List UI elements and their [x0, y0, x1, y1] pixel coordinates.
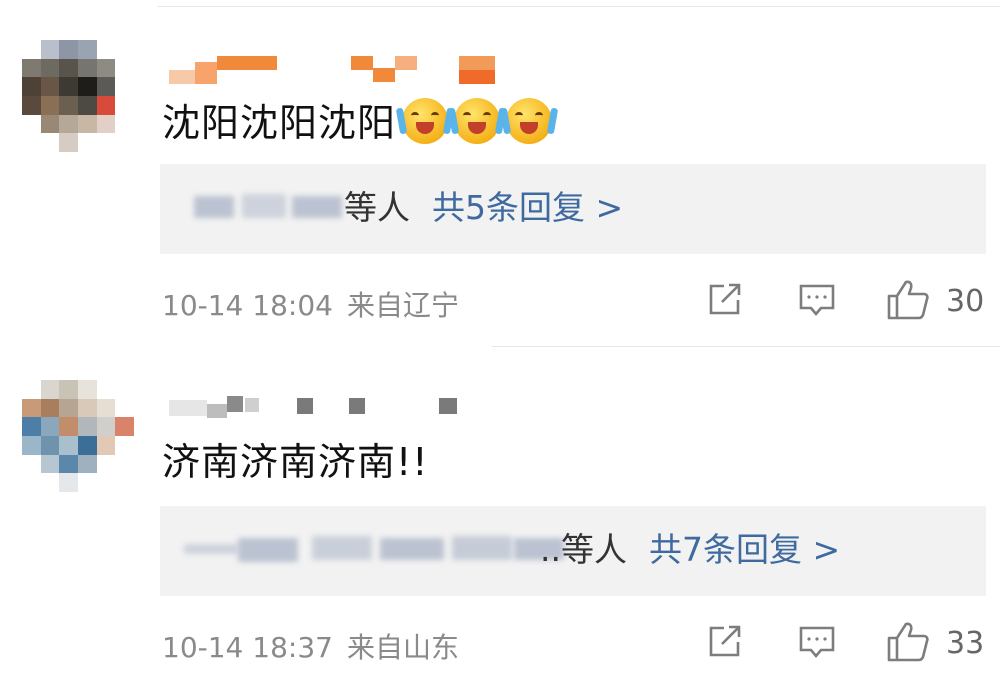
reply-suffix: ..等人 [540, 530, 627, 569]
comment-body: 济南济南济南!! [162, 440, 429, 484]
comment-button[interactable] [798, 282, 836, 318]
thumbs-up-icon [887, 280, 929, 320]
share-icon [709, 625, 741, 657]
username-pixelated[interactable] [163, 54, 503, 84]
like-count: 33 [946, 626, 985, 661]
reply-summary[interactable]: ..等人 共7条回复 > [540, 528, 840, 572]
comment-location: 来自辽宁 [346, 289, 459, 322]
reply-preview-box[interactable]: ..等人 共7条回复 > [160, 506, 986, 596]
like-button[interactable] [886, 620, 930, 662]
comment-item: 沈阳沈阳沈阳 等人 共5条回复 > 10-14 18:04 来自辽宁 30 [0, 0, 1000, 346]
comment-meta: 10-14 18:37 来自山东 [162, 626, 459, 666]
reply-names-blurred [184, 530, 564, 570]
reply-suffix: 等人 [344, 188, 410, 227]
laughing-cry-emoji-icon [447, 98, 507, 144]
like-count: 30 [946, 284, 985, 319]
comment-text: 济南济南济南!! [162, 438, 428, 486]
share-button[interactable] [706, 624, 742, 660]
like-button[interactable] [886, 278, 930, 320]
reply-preview-box[interactable]: 等人 共5条回复 > [160, 164, 986, 254]
comment-date: 10-14 18:37 [162, 631, 333, 664]
username-pixelated[interactable] [163, 394, 503, 424]
comment-button[interactable] [798, 624, 836, 660]
comment-text: 沈阳沈阳沈阳 [162, 98, 559, 147]
comment-date: 10-14 18:04 [162, 289, 333, 322]
reply-names-blurred [194, 188, 342, 228]
share-icon [709, 283, 741, 315]
comment-icon [799, 626, 835, 659]
avatar[interactable] [22, 380, 134, 492]
reply-summary[interactable]: 等人 共5条回复 > [344, 186, 623, 230]
avatar[interactable] [22, 40, 134, 152]
laughing-cry-emoji-icon [395, 98, 455, 144]
share-button[interactable] [706, 282, 742, 318]
comment-item: 济南济南济南!! ..等人 共7条回复 > 10-14 18:37 来自山东 3… [0, 346, 1000, 689]
reply-count-link[interactable]: 共7条回复 > [649, 530, 840, 569]
reply-count-link[interactable]: 共5条回复 > [432, 188, 623, 227]
comment-icon [799, 284, 835, 317]
comment-meta: 10-14 18:04 来自辽宁 [162, 284, 459, 324]
comment-location: 来自山东 [346, 631, 459, 664]
comment-body: 沈阳沈阳沈阳 [162, 101, 397, 145]
laughing-cry-emoji-icon [499, 98, 559, 144]
thumbs-up-icon [887, 622, 929, 662]
